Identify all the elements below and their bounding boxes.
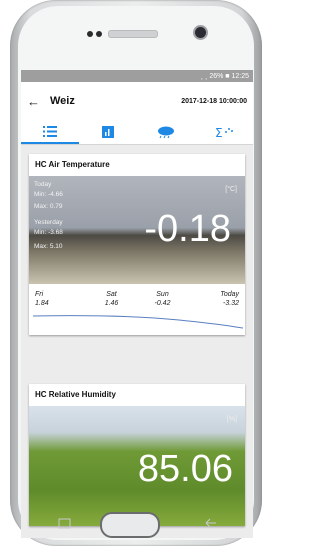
svg-text:Σ: Σ [215,126,223,138]
home-button[interactable] [100,512,160,538]
forecast-item: Fri 1.84 [35,290,86,312]
air-temperature-card[interactable]: HC Air Temperature Today Min: -4.66 Max:… [29,154,245,335]
tab-list[interactable] [21,120,79,144]
forecast-day: Sun [156,291,169,298]
trend-line [32,315,244,329]
forecast-value: -3.32 [223,300,239,307]
tab-weather[interactable] [137,120,195,144]
tab-sum[interactable]: Σ [195,120,253,144]
sensor-dot [96,31,102,37]
app-screen: ¸ ¸ 26% ■ 12:25 ← Weiz 2017-12-18 10:00:… [21,70,253,538]
forecast-item: Today -3.32 [188,290,239,312]
unit-label: [%] [226,416,237,423]
card-title: HC Relative Humidity [29,384,245,406]
card-title: HC Air Temperature [29,154,245,176]
datetime-label: 2017-12-18 10:00:00 [181,97,247,105]
sensor-dot [87,31,93,37]
current-value: -0.18 [144,208,231,250]
forecast-row: Fri 1.84 Sat 1.46 Sun -0.42 Today -3.32 [29,284,245,312]
page-title: Weiz [50,95,75,107]
today-label: Today [34,181,52,188]
today-min: Min: -4.66 [34,191,63,198]
app-bar: ← Weiz 2017-12-18 10:00:00 [21,82,253,120]
forecast-item: Sun -0.42 [137,290,188,312]
forecast-day: Sat [106,291,117,298]
yesterday-label: Yesterday [34,219,63,226]
tab-chart[interactable] [79,120,137,144]
unit-label: [°C] [225,186,237,193]
list-icon [43,125,57,137]
chart-icon [102,126,114,138]
yesterday-max: Max: 5.10 [34,243,63,250]
status-bar: ¸ ¸ 26% ■ 12:25 [21,70,253,82]
back-nav-icon[interactable] [204,518,218,530]
forecast-day: Fri [35,291,44,298]
forecast-day: Today [220,291,239,298]
relative-humidity-card[interactable]: HC Relative Humidity [%] 85.06 [29,384,245,526]
tab-bar: Σ [21,120,253,145]
front-camera [195,27,206,38]
current-value: 85.06 [137,448,233,490]
air-temperature-panel: Today Min: -4.66 Max: 0.79 Yesterday Min… [29,176,245,284]
humidity-panel: [%] 85.06 [29,406,245,526]
forecast-value: 1.46 [104,300,119,307]
yesterday-min: Min: -3.68 [34,229,63,236]
arrow-left-icon[interactable]: ← [27,94,40,109]
forecast-value: -0.42 [154,300,171,307]
forecast-item: Sat 1.46 [86,290,137,312]
today-max: Max: 0.79 [34,203,63,210]
weather-icon [158,126,174,139]
recent-apps-icon[interactable] [58,518,72,530]
earpiece-speaker [108,30,158,38]
status-text: ¸ ¸ 26% ■ 12:25 [200,72,249,80]
sum-icon: Σ [215,126,233,138]
forecast-value: 1.84 [35,300,49,307]
